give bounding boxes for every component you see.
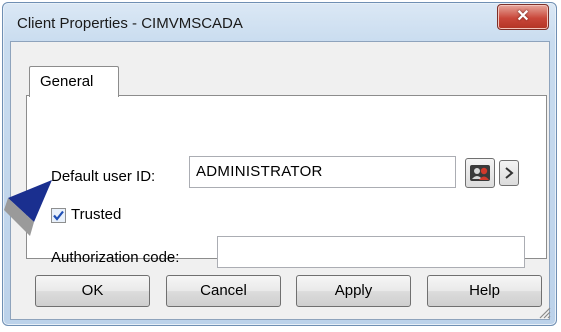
tab-general-label: General [40, 73, 94, 90]
authorization-code-label: Authorization code: [51, 249, 180, 266]
default-user-label: Default user ID: [51, 168, 156, 185]
users-icon [470, 165, 490, 181]
cancel-button[interactable]: Cancel [166, 275, 281, 307]
client-properties-dialog: Client Properties - CIMVMSCADA ✕ General… [2, 2, 557, 326]
default-user-value: ADMINISTRATOR [196, 163, 323, 180]
ok-button[interactable]: OK [35, 275, 150, 307]
window-title: Client Properties - CIMVMSCADA [17, 15, 243, 32]
title-bar[interactable]: Client Properties - CIMVMSCADA ✕ [3, 3, 556, 43]
user-browse-button[interactable] [465, 158, 495, 188]
tab-general[interactable]: General [29, 66, 119, 97]
resize-grip-icon[interactable] [537, 305, 551, 319]
general-panel: Default user ID: ADMINISTRATOR Trusted A… [26, 95, 547, 268]
close-button[interactable]: ✕ [497, 4, 549, 30]
authorization-code-field[interactable] [217, 236, 525, 268]
trusted-label: Trusted [71, 206, 122, 223]
apply-button[interactable]: Apply [296, 275, 411, 307]
close-icon: ✕ [516, 8, 530, 25]
pointer-arrow-icon [4, 180, 52, 236]
chevron-right-icon [505, 167, 514, 179]
help-button[interactable]: Help [427, 275, 542, 307]
more-button[interactable] [499, 160, 519, 186]
default-user-field[interactable]: ADMINISTRATOR [189, 156, 456, 188]
